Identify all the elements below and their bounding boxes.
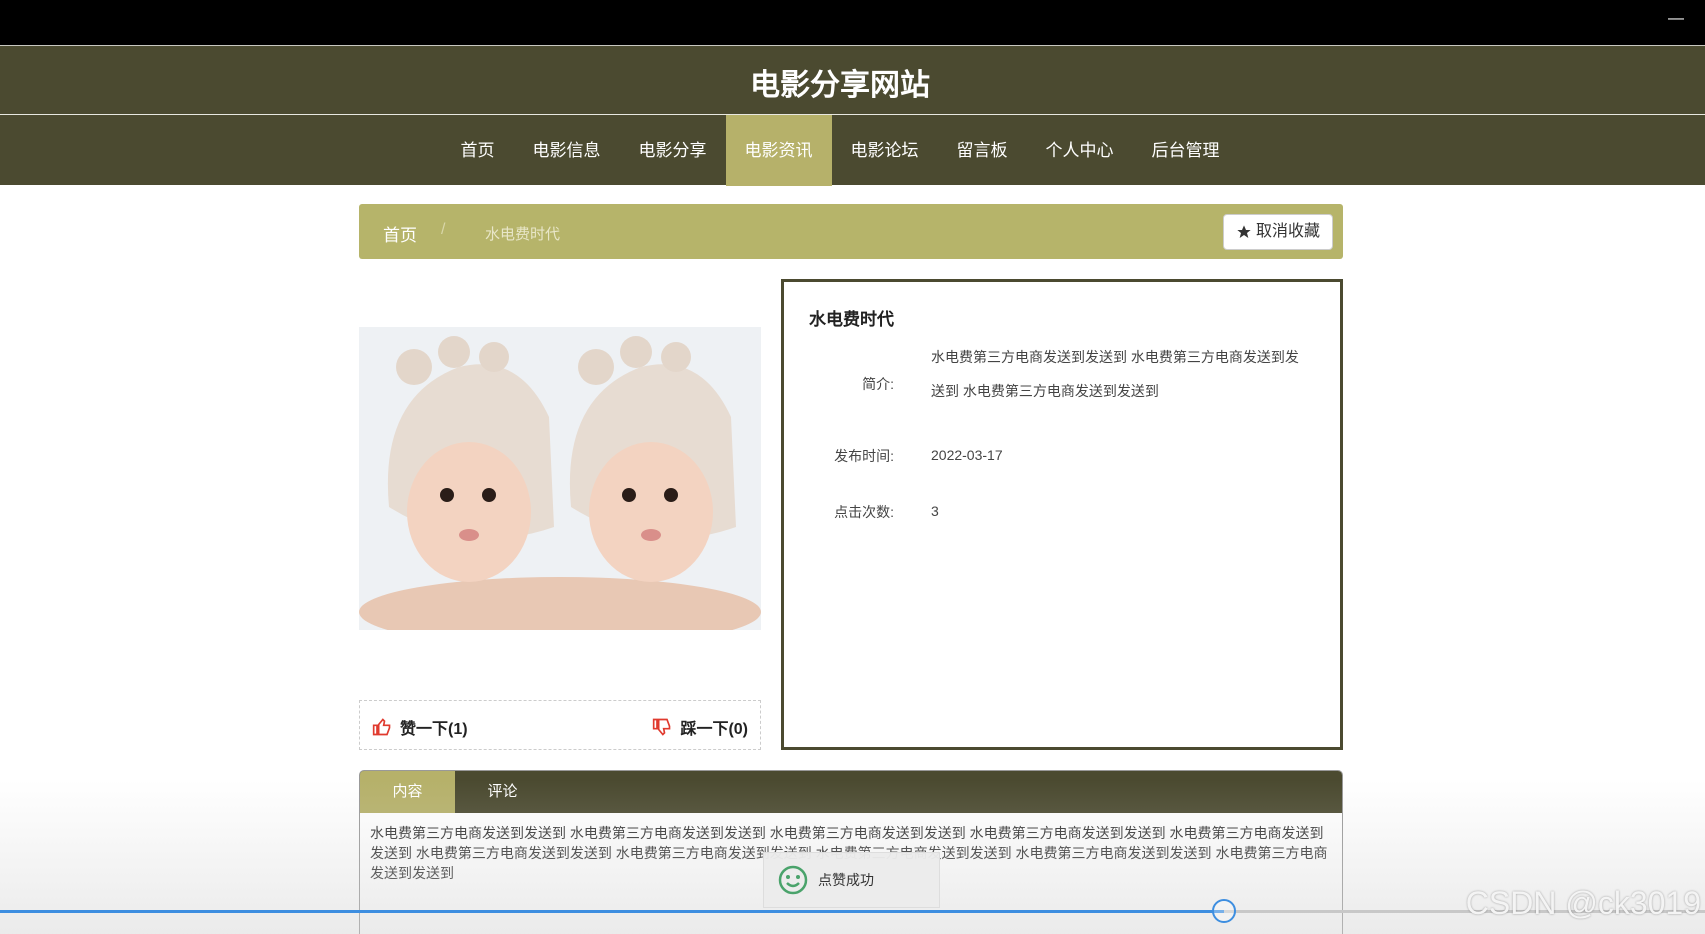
like-label: 赞一下(1) [400, 721, 468, 738]
breadcrumb-separator: / [441, 221, 446, 238]
unfavorite-button[interactable]: 取消收藏 [1222, 214, 1333, 250]
nav-item-admin[interactable]: 后台管理 [1133, 115, 1239, 186]
breadcrumb: 首页 / 水电费时代 取消收藏 [359, 204, 1343, 259]
intro-label: 简介: [862, 376, 894, 392]
unfavorite-label: 取消收藏 [1255, 223, 1320, 240]
tabs-header: 内容 评论 [360, 771, 1342, 813]
publish-time-value: 2022-03-17 [931, 447, 1003, 463]
video-top-bar: — [0, 0, 1705, 45]
click-count-label: 点击次数: [834, 504, 894, 520]
thumbs-down-icon [653, 718, 671, 736]
thumbs-up-icon [372, 718, 391, 736]
watermark: CSDN @ck3019 [1465, 885, 1701, 921]
tab-content[interactable]: 内容 [360, 771, 455, 813]
news-title: 水电费时代 [809, 310, 894, 329]
nav-item-movie-info[interactable]: 电影信息 [514, 115, 620, 186]
nav-item-movie-news[interactable]: 电影资讯 [725, 115, 832, 186]
news-image [359, 327, 761, 630]
nav-item-personal-center[interactable]: 个人中心 [1027, 115, 1133, 186]
dislike-button[interactable]: 踩一下(0) [652, 715, 748, 739]
minimize-icon[interactable]: — [1667, 10, 1685, 28]
video-progress-handle[interactable] [1212, 899, 1237, 923]
breadcrumb-current: 水电费时代 [485, 226, 561, 243]
like-button[interactable]: 赞一下(1) [372, 715, 468, 739]
video-progress-fill [0, 910, 1225, 913]
nav-item-message-board[interactable]: 留言板 [938, 115, 1027, 186]
publish-time-label: 发布时间: [834, 448, 894, 464]
dislike-label: 踩一下(0) [680, 721, 748, 738]
toast-message: 点赞成功 [818, 872, 874, 888]
smile-icon [778, 865, 808, 895]
site-title: 电影分享网站 [750, 69, 930, 102]
star-icon [1237, 225, 1251, 238]
tab-comments[interactable]: 评论 [455, 771, 550, 813]
nav-item-movie-share[interactable]: 电影分享 [620, 115, 726, 186]
vote-bar: 赞一下(1) 踩一下(0) [359, 700, 761, 750]
breadcrumb-home-link[interactable]: 首页 [383, 221, 417, 246]
click-count-value: 3 [931, 503, 939, 519]
intro-value: 水电费第三方电商发送到发送到 水电费第三方电商发送到发送到 水电费第三方电商发送… [931, 349, 1299, 399]
news-info-panel: 水电费时代 简介: 水电费第三方电商发送到发送到 水电费第三方电商发送到发送到 … [781, 279, 1343, 750]
site-header: 电影分享网站 首页 电影信息 电影分享 电影资讯 电影论坛 留言板 个人中心 后… [0, 45, 1705, 186]
nav-item-forum[interactable]: 电影论坛 [832, 115, 938, 186]
toast-notification: 点赞成功 [763, 852, 940, 908]
main-nav: 首页 电影信息 电影分享 电影资讯 电影论坛 留言板 个人中心 后台管理 [0, 115, 1705, 186]
nav-item-home[interactable]: 首页 [442, 115, 514, 186]
